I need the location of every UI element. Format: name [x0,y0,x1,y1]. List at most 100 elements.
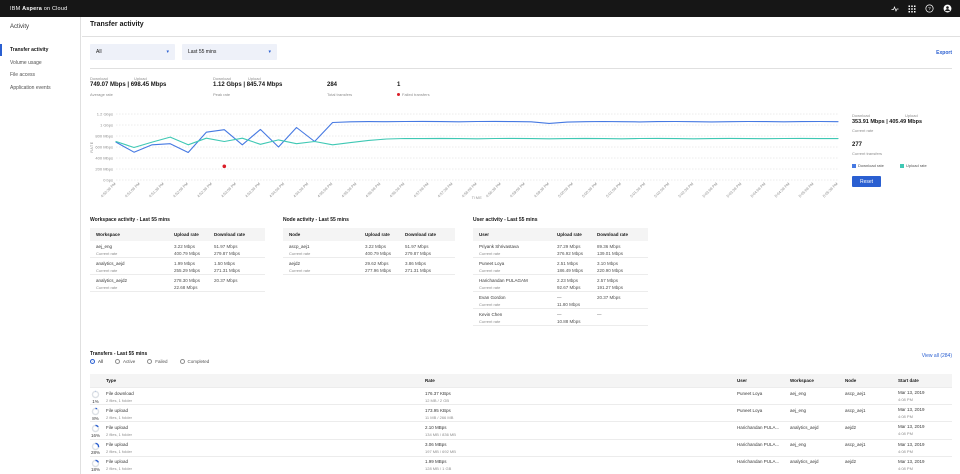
upload-rate-current: 186.49 Mbps [557,268,583,273]
download-rate-current: 279.87 Mbps [405,251,431,256]
svg-text:4:55:38 PM: 4:55:38 PM [341,182,358,199]
peak-rate-caption: Peak rate [213,92,230,97]
view-all-link[interactable]: View all (284) [922,353,952,359]
table-row[interactable]: analytics_aejd2 Current rate 278.30 Mbps… [90,275,265,292]
chevron-down-icon: ▾ [166,49,169,55]
download-rate: 20.37 Mbps [214,278,238,283]
user-name: Kevin Chen [479,312,502,317]
table-row[interactable]: ascp_aej1 Current rate 3.22 Mbps 400.79 … [283,241,455,258]
svg-text:800 Mbps: 800 Mbps [95,133,113,138]
transfer-row[interactable]: 28% File upload 2 files, 1 folder 3.06 M… [90,439,952,456]
radio-failed[interactable]: Failed [147,359,167,364]
transfer-date: Mar 13, 2019 [898,459,925,464]
transfer-workspace: aej_eng [790,442,806,447]
col-header-node: Node [845,378,856,383]
download-rate: 51.97 Mbps [405,244,429,249]
transfer-workspace: analytics_aejd [790,425,819,430]
scope-filter-dropdown[interactable]: All▾ [90,44,175,60]
average-rate-caption: Average rate [90,92,113,97]
radio-label: Completed [188,359,210,364]
help-icon[interactable]: ? [925,4,934,13]
transfer-time: 4:08 PM [898,449,913,454]
transfer-node: aejd2 [845,425,856,430]
reset-button[interactable]: Reset [852,176,881,187]
download-rate: 51.97 Mbps [214,244,238,249]
sidebar-item-application-events[interactable]: Application events [0,82,81,94]
transfers-title: Transfers - Last 55 mins [90,351,147,357]
table-row[interactable]: analytics_aejd Current rate 1.99 Mbps 25… [90,258,265,275]
app-switcher-icon[interactable] [908,5,916,13]
export-link[interactable]: Export [936,50,952,56]
row-sublabel: Current rate [479,285,500,290]
svg-text:4:52:08 PM: 4:52:08 PM [172,182,189,199]
radio-active[interactable]: Active [115,359,135,364]
transfer-user: Harichandan PULA... [737,459,779,464]
node-activity-table: Node Upload rate Download rate ascp_aej1… [283,228,455,275]
download-rate-current: 191.27 Mbps [597,285,623,290]
legend-download: Download rate [852,163,884,168]
sidebar-item-transfer-activity[interactable]: Transfer activity [0,44,81,56]
failed-caption-text: Failed transfers [402,92,430,97]
user-name: Priyank Shrivastava [479,244,519,249]
table-row[interactable]: Kevin Chen Current rate — 10.88 Mbps — [473,309,648,326]
table-row[interactable]: Evan Gordon Current rate — 11.80 Mbps 20… [473,292,648,309]
transfer-node: ascp_aej1 [845,442,866,447]
transfer-user: Puneet Loya [737,391,762,396]
user-activity-title: User activity - Last 55 mins [473,217,537,223]
svg-text:TIME: TIME [472,196,483,200]
transfer-row[interactable]: 1% File download 2 files, 1 folder 176.3… [90,387,952,404]
avatar[interactable] [943,4,952,13]
table-row[interactable]: Harichandan PULAGAM Current rate 2.23 Mb… [473,275,648,292]
radio-completed[interactable]: Completed [180,359,210,364]
transfer-type: File upload [106,442,128,447]
sidebar-item-volume-usage[interactable]: Volume usage [0,57,81,69]
transfer-rate: 176.37 KBps [425,391,451,396]
svg-text:4:59:38 PM: 4:59:38 PM [533,182,550,199]
activity-pulse-icon[interactable] [891,5,899,13]
col-header-workspace: Workspace [790,378,814,383]
transfers-table: Type Rate User Workspace Node Start date… [90,374,952,473]
user-activity-table: User Upload rate Download rate Priyank S… [473,228,648,326]
svg-text:5:02:08 PM: 5:02:08 PM [654,182,671,199]
legend-upload: Upload rate [900,163,927,168]
transfer-row[interactable]: 18% File upload 2 files, 1 folder 1.99 M… [90,456,952,473]
svg-text:4:51:38 PM: 4:51:38 PM [148,182,165,199]
svg-text:4:53:08 PM: 4:53:08 PM [220,182,237,199]
current-download-label: Download [852,113,870,118]
download-rate: 2.57 Mbps [597,278,618,283]
node-name: aejd2 [289,261,300,266]
radio-label: All [98,359,103,364]
svg-text:5:00:38 PM: 5:00:38 PM [581,182,598,199]
row-sublabel: Current rate [479,319,500,324]
upload-rate: 2.51 Mbps [557,261,578,266]
brand-prefix: IBM [10,6,20,12]
upload-rate-current: 255.29 Mbps [174,268,200,273]
table-row[interactable]: aejd2 Current rate 29.62 Mbps 277.96 Mbp… [283,258,455,275]
time-range-dropdown[interactable]: Last 55 mins▾ [182,44,277,60]
transfer-row[interactable]: 8% File upload 2 files, 1 folder 173.95 … [90,404,952,421]
page-title: Transfer activity [90,21,144,28]
radio-all[interactable]: All [90,359,103,364]
upload-rate-current: 10.88 Mbps [557,319,581,324]
svg-text:400 Mbps: 400 Mbps [95,155,113,160]
transfer-row[interactable]: 16% File upload 2 files, 1 folder 2.10 M… [90,421,952,438]
table-row[interactable]: aej_eng Current rate 3.22 Mbps 400.79 Mb… [90,241,265,258]
chevron-down-icon: ▾ [268,49,271,55]
svg-text:4:54:08 PM: 4:54:08 PM [269,182,286,199]
row-sublabel: Current rate [96,285,117,290]
table-row[interactable]: Puneet Loya Current rate 2.51 Mbps 186.4… [473,258,648,275]
upload-rate: 2.23 Mbps [557,278,578,283]
peak-rate-value: 1.12 Gbps | 845.74 Mbps [213,82,282,88]
table-row[interactable]: Priyank Shrivastava Current rate 37.29 M… [473,241,648,258]
radio-icon [115,359,120,364]
sidebar-item-file-access[interactable]: File access [0,69,81,81]
transfer-workspace: aej_eng [790,391,806,396]
workspace-name: aej_eng [96,244,112,249]
workspace-name: analytics_aejd2 [96,278,127,283]
sidebar-title: Activity [10,24,29,30]
table-header-row: Node Upload rate Download rate [283,228,455,241]
svg-text:5:01:38 PM: 5:01:38 PM [630,182,647,199]
transfer-rate-detail: 134 MB / 836 MB [425,432,456,437]
svg-text:4:58:38 PM: 4:58:38 PM [485,182,502,199]
failed-transfers-value: 1 [397,82,400,88]
